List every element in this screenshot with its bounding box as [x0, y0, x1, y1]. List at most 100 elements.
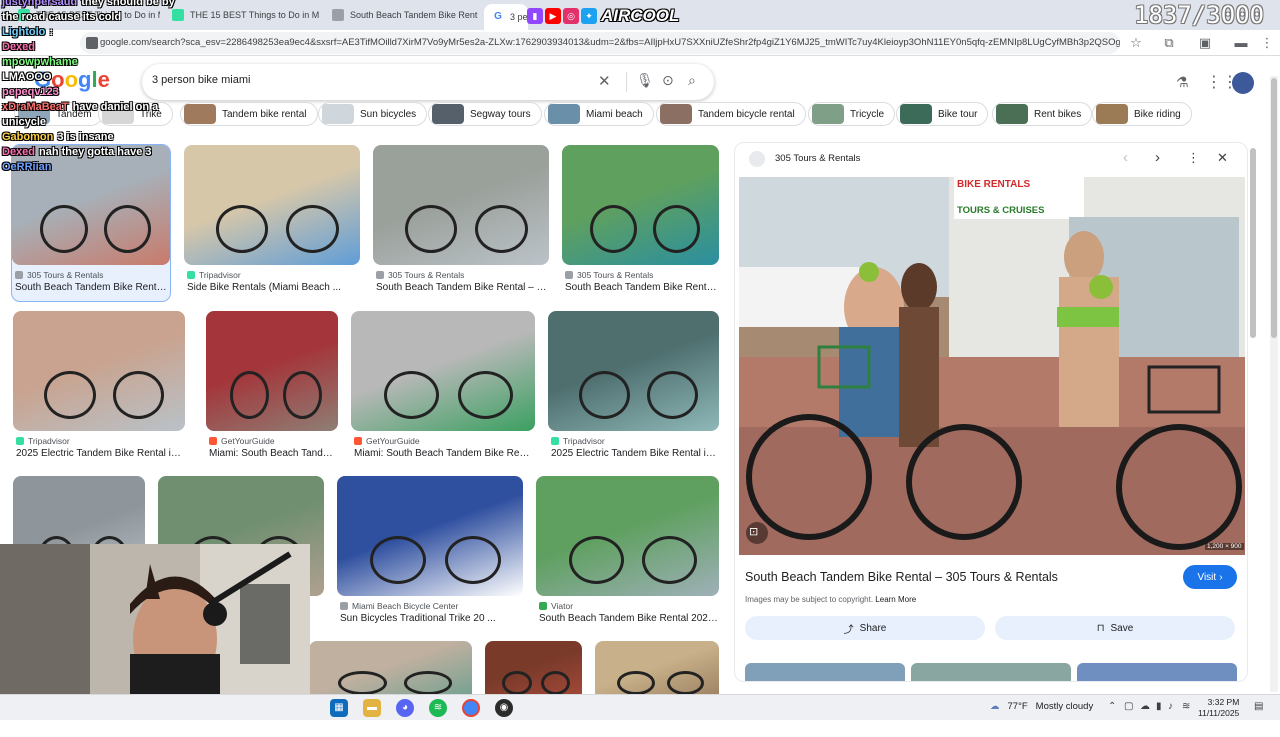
tray-cloud-icon[interactable]: ☁ — [1140, 701, 1150, 712]
account-avatar[interactable] — [1232, 72, 1254, 94]
chip-label: Sun bicycles — [360, 108, 417, 120]
profile-icon[interactable]: ▬ — [1232, 34, 1250, 52]
weather-condition: Mostly cloudy — [1035, 701, 1094, 712]
spotify-icon[interactable]: ≋ — [429, 699, 447, 717]
result-source: 305 Tours & Rentals — [15, 270, 103, 280]
related-image-thumb[interactable] — [745, 663, 905, 681]
result-source: Miami Beach Bicycle Center — [340, 601, 458, 611]
panel-source[interactable]: 305 Tours & Rentals — [775, 153, 860, 164]
google-logo[interactable]: Google — [34, 67, 110, 93]
source-favicon-icon — [209, 437, 217, 445]
browser-menu-icon[interactable]: ⋮ — [1258, 34, 1276, 52]
search-chip[interactable]: Bike riding — [1092, 102, 1192, 126]
image-result[interactable]: GetYourGuide Miami: South Beach Tandem Bi… — [351, 311, 535, 467]
image-result[interactable]: 305 Tours & Rentals South Beach Tandem Bi… — [11, 144, 171, 302]
chrome-icon[interactable] — [462, 699, 480, 717]
source-favicon-icon — [551, 437, 559, 445]
image-result[interactable]: Viator South Beach Tandem Bike Rental 202… — [536, 476, 719, 632]
page-scrollbar[interactable] — [1270, 76, 1278, 692]
result-source: 305 Tours & Rentals — [376, 270, 464, 280]
weather-widget[interactable]: ☁ 77°F Mostly cloudy — [990, 701, 1093, 712]
lens-search-icon[interactable]: ⊙ — [662, 72, 674, 89]
more-options-icon[interactable]: ⋮ — [1187, 150, 1200, 166]
tray-mic-icon[interactable]: ▮ — [1156, 701, 1162, 712]
tripadvisor-favicon-icon — [172, 9, 184, 21]
preview-image[interactable]: BIKE RENTALS TOURS & CRUISES ⊡ 1,200 × 9… — [739, 177, 1245, 555]
obs-icon[interactable]: ◉ — [495, 699, 513, 717]
temperature: 77°F — [1007, 701, 1028, 712]
browser-tab-2[interactable]: THE 15 BEST Things to Do in M ✕ — [164, 4, 324, 26]
image-result[interactable] — [485, 641, 582, 737]
bookmark-star-icon[interactable]: ☆ — [1127, 34, 1145, 52]
task-view-icon[interactable]: ▦ — [330, 699, 348, 717]
extensions-icon[interactable]: ⧉ — [1160, 34, 1178, 52]
search-chip[interactable]: Tandem bicycle rental — [656, 102, 806, 126]
google-logo-letter: o — [64, 67, 79, 92]
tray-overflow-icon[interactable]: ⌃ — [1108, 701, 1116, 712]
search-chip[interactable]: Trike — [98, 102, 173, 126]
search-icon[interactable]: ⌕ — [688, 72, 696, 89]
search-chip[interactable]: Miami beach — [544, 102, 654, 126]
share-button[interactable]: ⤴ Share — [745, 616, 985, 640]
site-info-icon[interactable] — [86, 37, 98, 49]
image-result[interactable]: 305 Tours & Rentals South Beach Tandem Bi… — [373, 145, 549, 301]
url-field[interactable]: google.com/search?sca_esv=2286498253ea9e… — [80, 32, 1120, 54]
result-thumbnail — [13, 311, 185, 431]
lens-search-image-icon[interactable]: ⊡ — [749, 525, 758, 538]
google-logo-letter: o — [51, 67, 65, 92]
image-result[interactable]: 305 Tours & Rentals South Beach Tandem Bi… — [562, 145, 719, 301]
source-favicon-icon — [354, 437, 362, 445]
discord-icon[interactable]: ◕ — [396, 699, 414, 717]
search-chip[interactable]: Tricycle — [808, 102, 896, 126]
search-chip[interactable]: Tandem — [14, 102, 103, 126]
image-result[interactable]: Tripadvisor 2025 Electric Tandem Bike Ren… — [13, 311, 185, 467]
image-result[interactable]: Tripadvisor 2025 Electric Tandem Bike Ren… — [548, 311, 719, 467]
search-chip[interactable]: Sun bicycles — [318, 102, 428, 126]
related-image-thumb[interactable] — [1077, 663, 1237, 681]
browser-tab-1[interactable]: THE 15 BEST Things to Do in M — [10, 4, 160, 26]
result-thumbnail — [595, 641, 719, 701]
tray-app-icon[interactable]: ▢ — [1124, 701, 1133, 712]
panel-scrollbar[interactable] — [1250, 142, 1256, 682]
search-chip[interactable]: Tandem bike rental — [180, 102, 318, 126]
image-result[interactable]: Tripadvisor Side Bike Rentals (Miami Beac… — [184, 145, 360, 301]
panel-title[interactable]: South Beach Tandem Bike Rental – 305 Tou… — [745, 570, 1058, 584]
search-chip[interactable]: Segway tours — [428, 102, 542, 126]
chevron-right-icon: › — [1219, 571, 1223, 583]
result-caption: Miami: South Beach Tandem ... — [209, 448, 337, 459]
previous-image-icon[interactable]: ‹ — [1123, 149, 1128, 166]
related-image-thumb[interactable] — [911, 663, 1071, 681]
search-chip[interactable]: Rent bikes — [992, 102, 1093, 126]
source-favicon-icon — [376, 271, 384, 279]
image-result[interactable] — [309, 641, 472, 737]
volume-icon[interactable]: ♪ — [1168, 701, 1173, 712]
image-result[interactable]: GetYourGuide Miami: South Beach Tandem ..… — [206, 311, 338, 467]
browser-tab-active[interactable]: G 3 pers — [484, 4, 528, 30]
chip-label: Segway tours — [470, 108, 531, 120]
image-result[interactable]: Miami Beach Bicycle Center Sun Bicycles T… — [337, 476, 523, 632]
source-name: Miami Beach Bicycle Center — [352, 601, 459, 611]
learn-more-link[interactable]: Learn More — [875, 595, 916, 604]
network-icon[interactable]: ≋ — [1182, 701, 1190, 712]
system-clock[interactable]: 3:32 PM 11/11/2025 — [1198, 697, 1239, 719]
voice-search-icon[interactable]: 🎙 — [636, 72, 654, 89]
browser-tab-3[interactable]: South Beach Tandem Bike Rent ✕ — [324, 4, 482, 26]
search-chip[interactable]: Bike tour — [896, 102, 989, 126]
file-explorer-icon[interactable]: ▬ — [363, 699, 381, 717]
save-button[interactable]: ⊓ Save — [995, 616, 1235, 640]
address-bar-row: google.com/search?sca_esv=2286498253ea9e… — [0, 30, 1280, 56]
notifications-icon[interactable]: ▤ — [1254, 701, 1263, 712]
next-image-icon[interactable]: › — [1155, 149, 1160, 166]
search-input[interactable]: 3 person bike miami — [152, 74, 250, 86]
clear-search-icon[interactable]: ✕ — [598, 72, 611, 90]
screenshot-icon[interactable]: ▣ — [1196, 34, 1214, 52]
image-result[interactable] — [595, 641, 719, 737]
sign-text-line-1: BIKE RENTALS — [957, 179, 1031, 190]
search-box[interactable]: 3 person bike miami ✕ 🎙 ⊙ ⌕ — [142, 64, 714, 100]
close-panel-icon[interactable]: ✕ — [1217, 150, 1228, 166]
sign-text-line-2: TOURS & CRUISES — [957, 205, 1045, 216]
tab-label: South Beach Tandem Bike Rent — [350, 10, 478, 20]
labs-flask-icon[interactable]: ⚗ — [1176, 74, 1189, 91]
source-name: 305 Tours & Rentals — [577, 270, 654, 280]
visit-button[interactable]: Visit › — [1183, 565, 1237, 589]
